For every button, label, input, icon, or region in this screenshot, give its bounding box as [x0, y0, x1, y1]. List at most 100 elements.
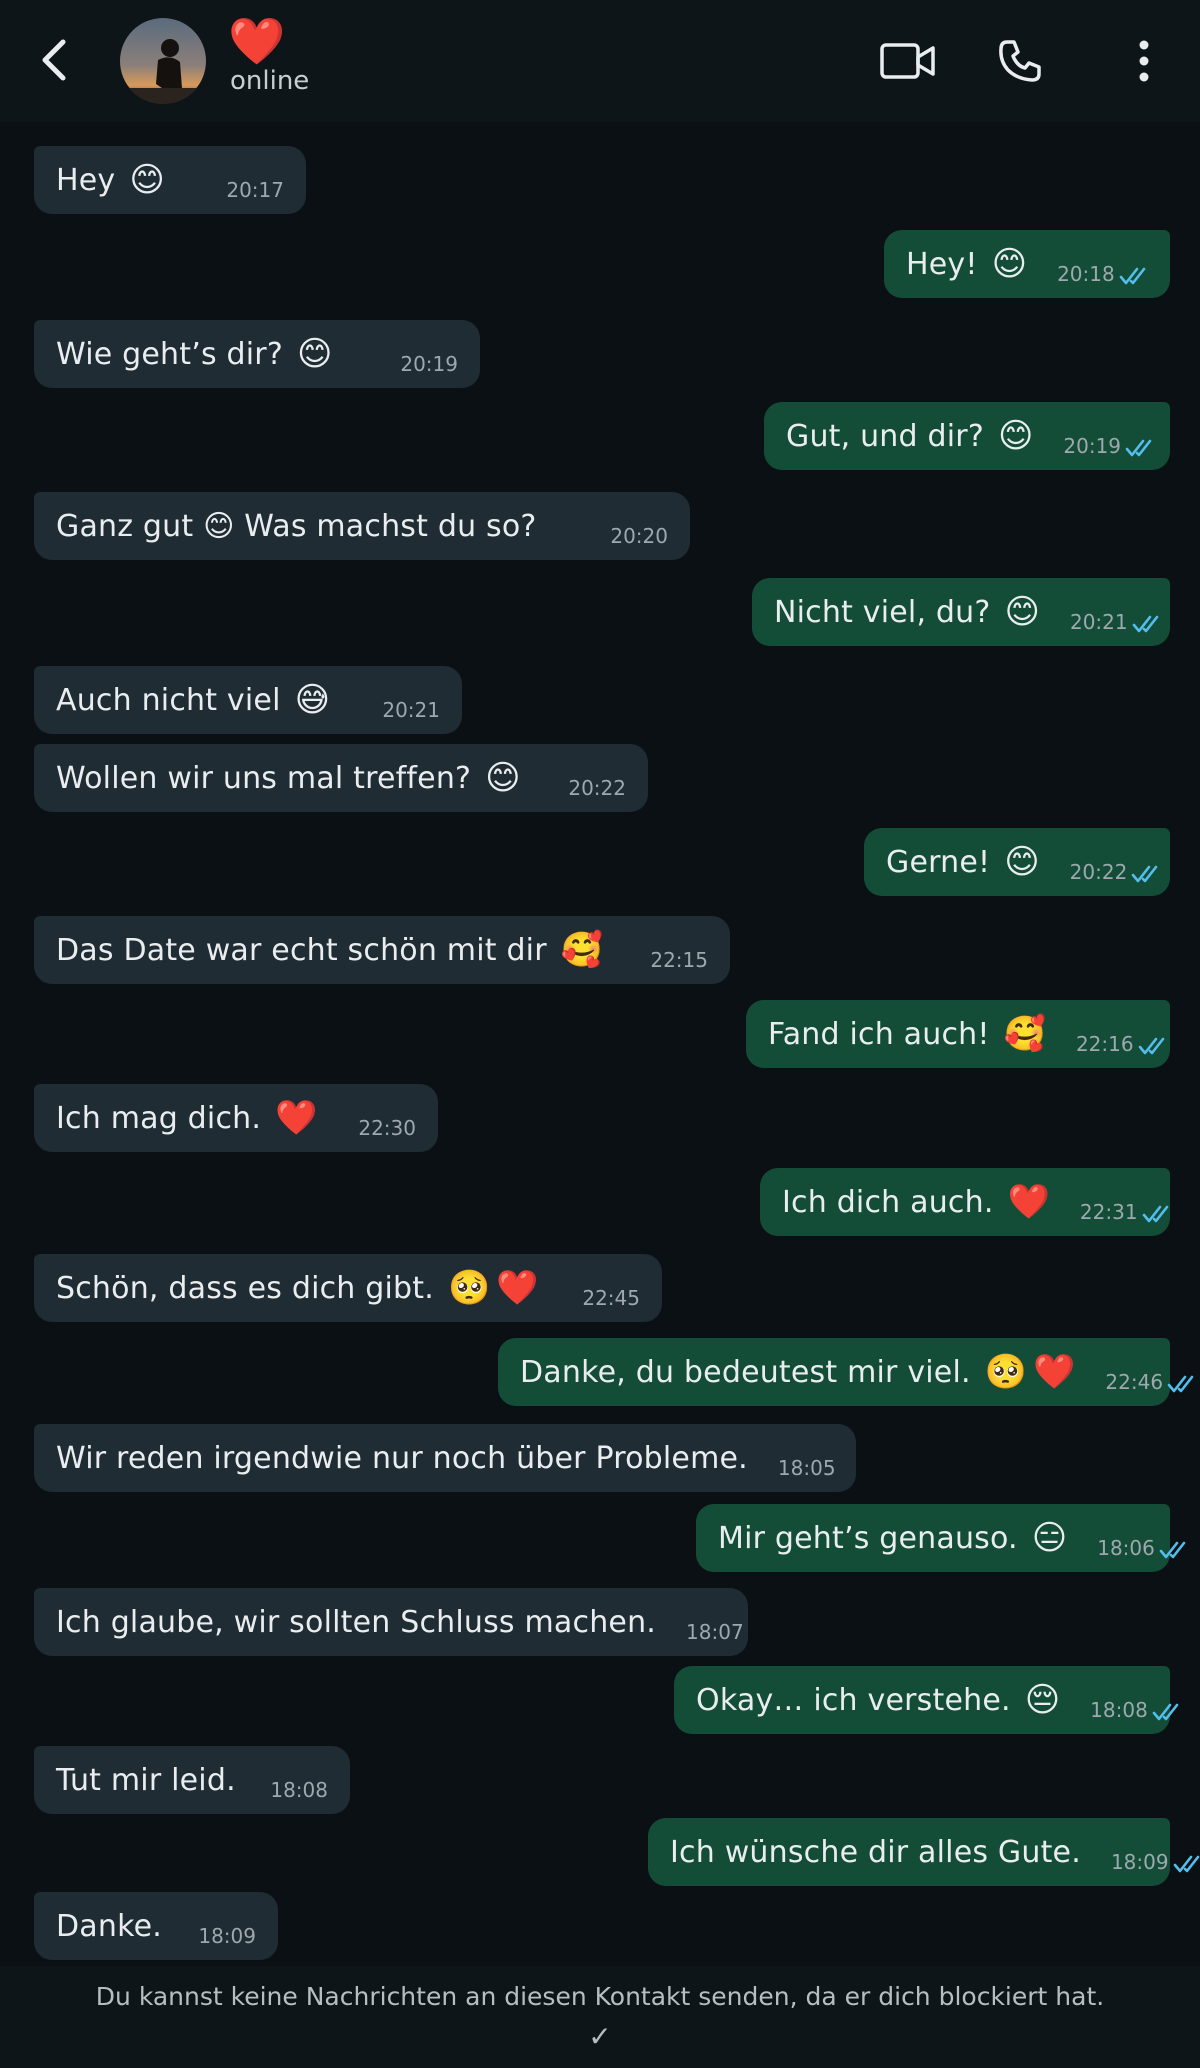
incoming-message[interactable]: Wollen wir uns mal treffen? 😊 20:22 [34, 744, 648, 812]
emoji-icon: 😅 [294, 680, 331, 720]
outgoing-message[interactable]: Gerne! 😊 20:22 [864, 828, 1170, 896]
message-text: Ich wünsche dir alles Gute. [670, 1834, 1081, 1870]
more-options-button[interactable] [1114, 33, 1174, 89]
incoming-message[interactable]: Wie geht’s dir? 😊 20:19 [34, 320, 480, 388]
incoming-message[interactable]: Danke. 18:09 [34, 1892, 278, 1960]
message-time: 18:09 [198, 1924, 256, 1948]
emoji-icon: 😊 [997, 416, 1034, 456]
message-meta: 20:17 [226, 178, 284, 214]
outgoing-message[interactable]: Hey! 😊 20:18 [884, 230, 1170, 298]
message-meta: 18:09 [198, 1924, 256, 1960]
message-time: 22:46 [1105, 1370, 1164, 1394]
emoji-icon: 🥰 [1003, 1014, 1046, 1054]
message-text: Mir geht’s genauso. [718, 1520, 1018, 1556]
emoji-icon: ❤️ [496, 1268, 539, 1308]
message-time: 22:45 [582, 1286, 640, 1310]
incoming-message[interactable]: Schön, dass es dich gibt. 🥺 ❤️ 22:45 [34, 1254, 662, 1322]
message-meta: 20:22 [1070, 860, 1164, 896]
read-ticks [1173, 1854, 1200, 1874]
emoji-icon: 😊 [485, 758, 521, 798]
incoming-message[interactable]: Das Date war echt schön mit dir 🥰 22:15 [34, 916, 730, 984]
message-meta: 18:07 [686, 1620, 744, 1656]
incoming-message[interactable]: Auch nicht viel 😅 20:21 [34, 666, 462, 734]
message-meta: 20:19 [1063, 434, 1157, 470]
incoming-message[interactable]: Ganz gut 😊 Was machst du so? 20:20 [34, 492, 690, 560]
message-meta: 22:45 [582, 1286, 640, 1322]
read-receipt-icon [1159, 1541, 1186, 1559]
voice-call-button[interactable] [990, 33, 1050, 89]
message-list[interactable]: Hey 😊 20:17 Hey! 😊 20:18 Wie geht’s dir? 😊 20:19… [0, 122, 1200, 1966]
emoji-icon: 😔 [1024, 1680, 1061, 1720]
message-meta: 20:18 [1057, 262, 1151, 298]
message-time: 22:30 [358, 1116, 416, 1140]
message-text: Wie geht’s dir? [56, 336, 283, 372]
message-meta: 18:08 [270, 1778, 328, 1814]
contact-name[interactable]: ❤️ [228, 14, 285, 68]
read-receipt-icon [1119, 267, 1146, 285]
back-arrow-icon [42, 39, 66, 81]
outgoing-message[interactable]: Fand ich auch! 🥰 22:16 [746, 1000, 1170, 1068]
read-ticks [1131, 864, 1163, 884]
message-time: 20:20 [610, 524, 668, 548]
read-receipt-icon [1142, 1205, 1168, 1223]
read-receipt-icon [1167, 1375, 1194, 1393]
outgoing-message[interactable]: Okay… ich verstehe. 😔 18:08 [674, 1666, 1179, 1734]
check-icon: ✓ [588, 2020, 612, 2053]
incoming-message[interactable]: Wir reden irgendwie nur noch über Proble… [34, 1424, 856, 1492]
phone-icon [999, 40, 1041, 82]
emoji-icon: 😑 [1031, 1518, 1068, 1558]
message-text: Nicht viel, du? [774, 594, 991, 630]
message-meta: 18:06 [1097, 1536, 1191, 1572]
message-meta: 20:22 [568, 776, 626, 812]
read-ticks [1132, 614, 1164, 634]
message-time: 18:07 [686, 1620, 744, 1644]
read-ticks [1138, 1036, 1170, 1056]
read-receipt-icon [1125, 439, 1152, 457]
read-receipt-icon [1132, 865, 1158, 883]
message-meta: 20:20 [610, 524, 668, 560]
message-meta: 20:19 [400, 352, 458, 388]
read-receipt-icon [1138, 1037, 1164, 1055]
message-text: Schön, dass es dich gibt. [56, 1270, 434, 1306]
message-time: 18:08 [1090, 1698, 1148, 1722]
emoji-icon: 😊 [1004, 842, 1040, 882]
outgoing-message[interactable]: Mir geht’s genauso. 😑 18:06 [696, 1504, 1186, 1572]
message-time: 22:15 [650, 948, 708, 972]
read-ticks [1159, 1540, 1191, 1560]
read-ticks [1167, 1374, 1199, 1394]
incoming-message[interactable]: Ich glaube, wir sollten Schluss machen. 1… [34, 1588, 748, 1656]
message-time: 20:21 [382, 698, 440, 722]
incoming-message[interactable]: Tut mir leid. 18:08 [34, 1746, 350, 1814]
message-meta: 22:30 [358, 1116, 416, 1152]
incoming-message[interactable]: Ich mag dich. ❤️ 22:30 [34, 1084, 438, 1152]
read-ticks [1152, 1702, 1184, 1722]
message-text: Gut, und dir? [786, 418, 984, 454]
read-receipt-icon [1132, 615, 1158, 633]
chat-screen: ❤️ online Hey 😊 20:17 Hey! 😊 20:18 Wie geht’s … [0, 0, 1200, 2068]
message-text: Ich glaube, wir sollten Schluss machen. [56, 1604, 657, 1640]
incoming-message[interactable]: Hey 😊 20:17 [34, 146, 306, 214]
outgoing-message[interactable]: Nicht viel, du? 😊 20:21 [752, 578, 1170, 646]
chat-header: ❤️ online [0, 0, 1200, 122]
outgoing-message[interactable]: Danke, du bedeutest mir viel. 🥺 ❤️ 22:46 [498, 1338, 1194, 1406]
read-ticks [1119, 266, 1151, 286]
outgoing-message[interactable]: Ich wünsche dir alles Gute. 18:09 [648, 1818, 1199, 1886]
blocked-notice-text: Du kannst keine Nachrichten an diesen Ko… [95, 1982, 1105, 2011]
message-text: Auch nicht viel [56, 682, 281, 718]
back-button[interactable] [30, 36, 78, 84]
emoji-icon: 😊 [129, 160, 165, 200]
message-text: Danke. [56, 1908, 162, 1944]
emoji-icon: 😊 [1004, 592, 1040, 632]
message-meta: 22:16 [1076, 1032, 1170, 1068]
outgoing-message[interactable]: Gut, und dir? 😊 20:19 [764, 402, 1170, 470]
message-meta: 22:46 [1105, 1370, 1199, 1406]
message-text: Fand ich auch! [768, 1016, 990, 1052]
message-time: 20:19 [400, 352, 458, 376]
outgoing-message[interactable]: Ich dich auch. ❤️ 22:31 [760, 1168, 1170, 1236]
avatar-silhouette-icon [120, 39, 206, 104]
avatar[interactable] [120, 18, 206, 104]
message-meta: 22:15 [650, 948, 708, 984]
video-call-button[interactable] [878, 33, 938, 89]
emoji-icon: 😊 [991, 244, 1028, 284]
message-meta: 18:09 [1111, 1850, 1200, 1886]
